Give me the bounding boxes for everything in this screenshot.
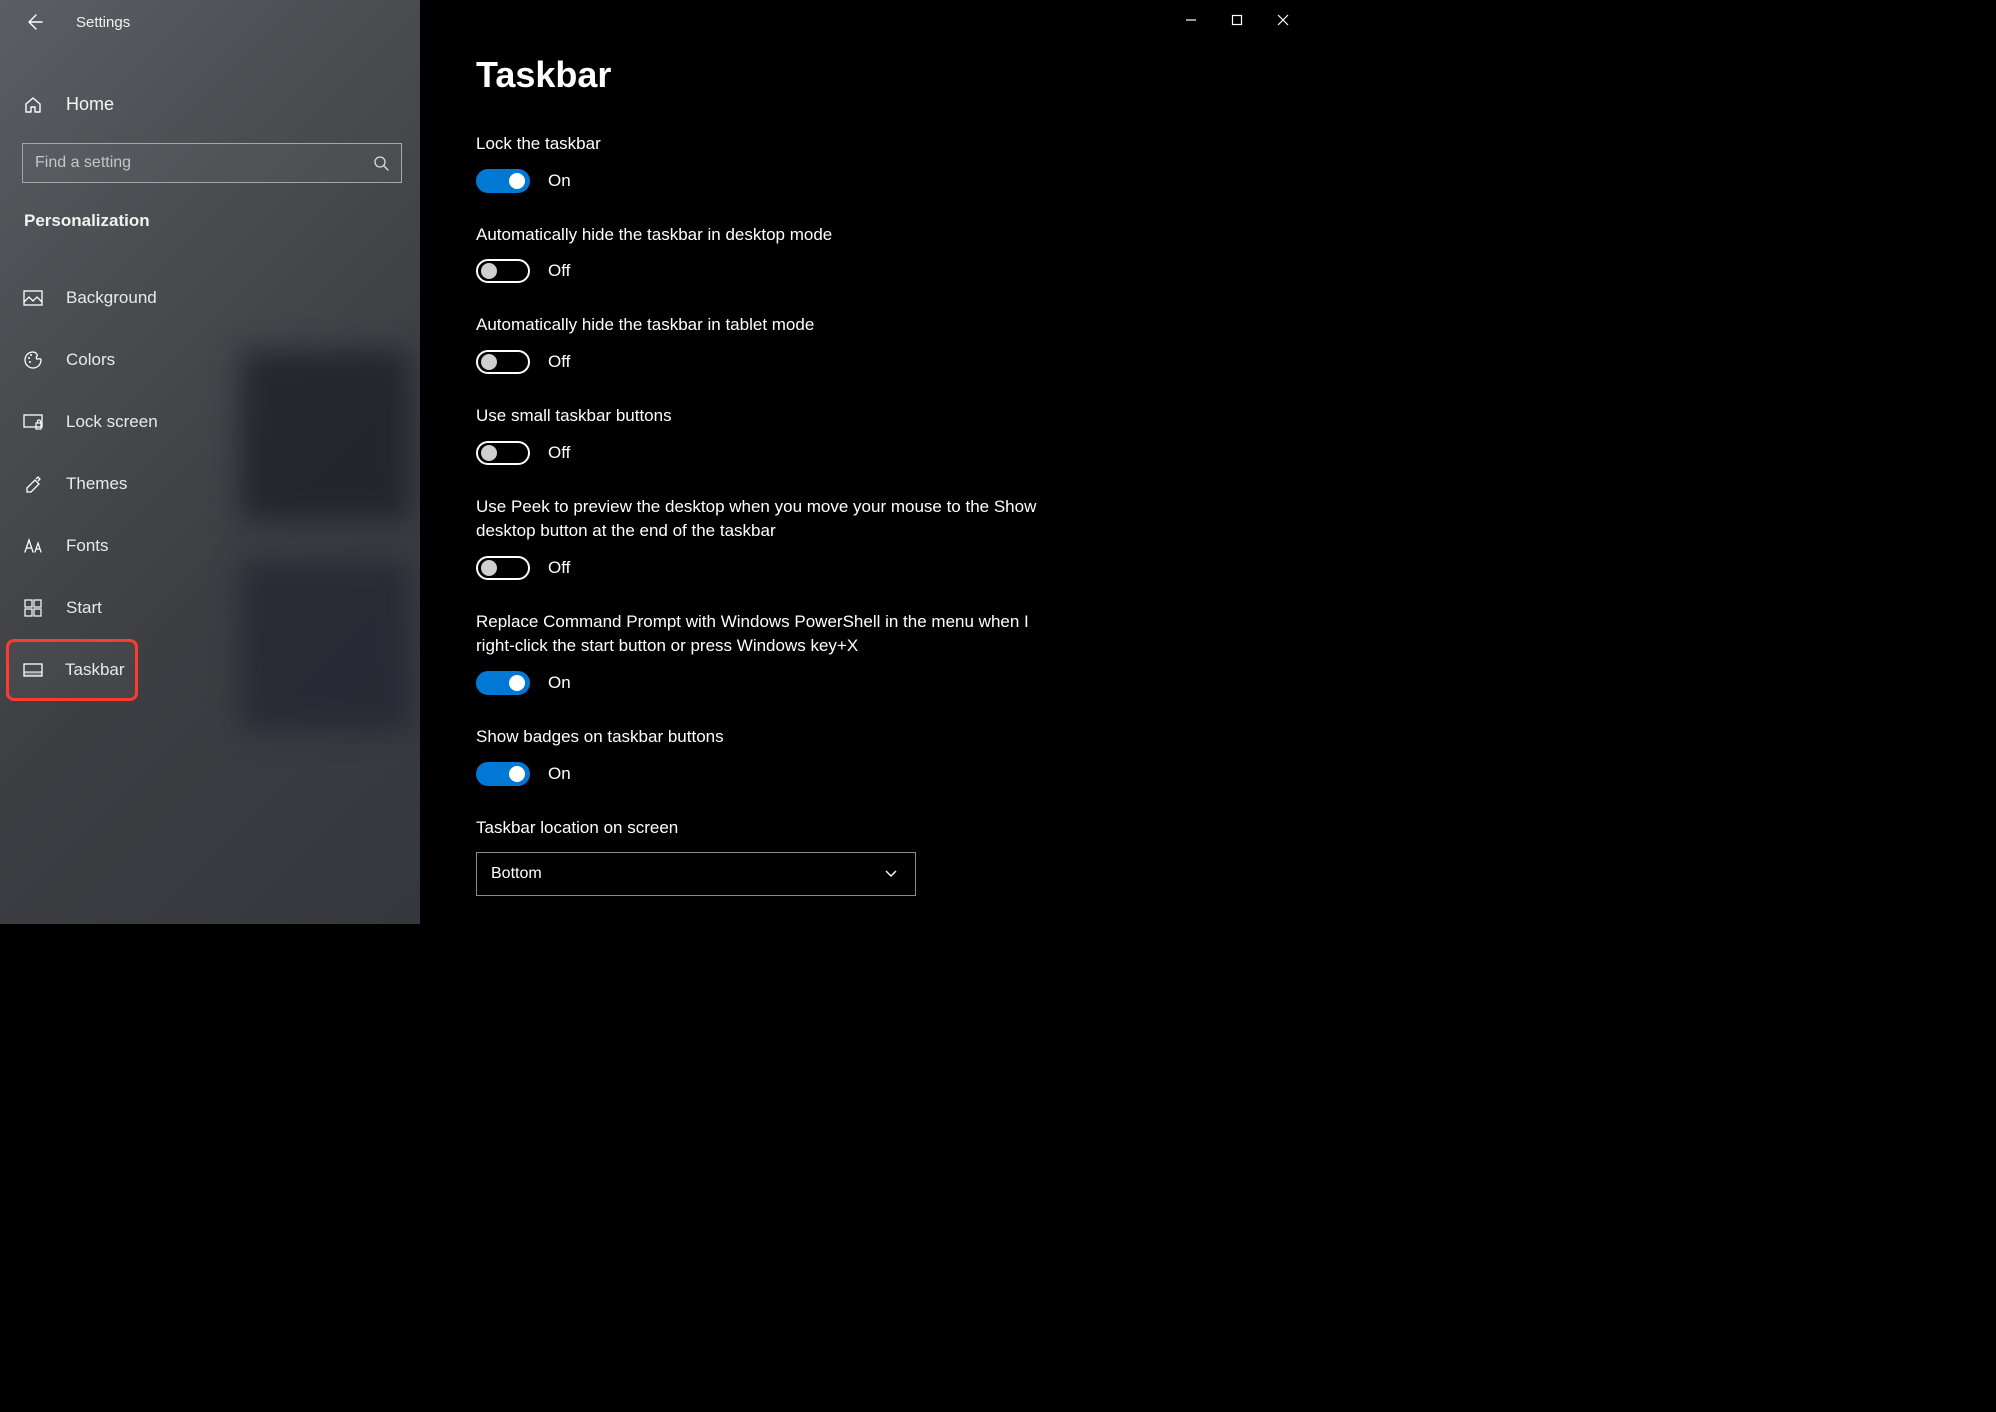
setting-label: Replace Command Prompt with Windows Powe…	[476, 610, 1066, 659]
chevron-down-icon	[883, 865, 901, 883]
toggle-switch[interactable]	[476, 350, 530, 374]
setting-label: Use Peek to preview the desktop when you…	[476, 495, 1066, 544]
toggle-state-label: On	[548, 171, 571, 191]
setting-label: Use small taskbar buttons	[476, 404, 1066, 429]
search-input[interactable]	[35, 154, 373, 172]
sidebar-item-fonts[interactable]: Fonts	[0, 515, 420, 577]
setting-toggle: Use Peek to preview the desktop when you…	[476, 495, 1066, 580]
toggle-state-label: On	[548, 764, 571, 784]
home-icon	[22, 95, 44, 115]
setting-toggle: Automatically hide the taskbar in deskto…	[476, 223, 1066, 284]
toggle-switch[interactable]	[476, 556, 530, 580]
toggle-state-label: On	[548, 673, 571, 693]
home-label: Home	[66, 94, 114, 115]
page-title: Taskbar	[476, 54, 1250, 96]
minimize-button[interactable]	[1168, 0, 1214, 40]
setting-toggle: Replace Command Prompt with Windows Powe…	[476, 610, 1066, 695]
settings-window: Settings Home Personalization	[0, 0, 1306, 924]
sidebar-item-label: Themes	[66, 474, 127, 494]
toggle-switch[interactable]	[476, 671, 530, 695]
search-icon	[373, 155, 389, 171]
sidebar-item-background[interactable]: Background	[0, 267, 420, 329]
maximize-button[interactable]	[1214, 0, 1260, 40]
setting-toggle: Lock the taskbar On	[476, 132, 1066, 193]
search-box[interactable]	[22, 143, 402, 183]
setting-label: Lock the taskbar	[476, 132, 1066, 157]
start-icon	[22, 599, 44, 617]
setting-label: Automatically hide the taskbar in deskto…	[476, 223, 1066, 248]
sidebar-nav: Background Colors Lock screen	[0, 267, 420, 701]
sidebar: Settings Home Personalization	[0, 0, 420, 924]
sidebar-item-label: Start	[66, 598, 102, 618]
sidebar-item-label: Background	[66, 288, 157, 308]
themes-icon	[22, 474, 44, 494]
setting-label: Automatically hide the taskbar in tablet…	[476, 313, 1066, 338]
setting-label: Taskbar location on screen	[476, 816, 1066, 841]
toggle-state-label: Off	[548, 558, 570, 578]
main-content: Taskbar Lock the taskbar On Automatically …	[420, 0, 1306, 924]
lock-screen-icon	[22, 414, 44, 430]
picture-icon	[22, 290, 44, 306]
palette-icon	[22, 350, 44, 370]
sidebar-item-themes[interactable]: Themes	[0, 453, 420, 515]
back-button[interactable]	[20, 8, 48, 36]
toggle-switch[interactable]	[476, 259, 530, 283]
app-title: Settings	[76, 14, 130, 31]
close-button[interactable]	[1260, 0, 1306, 40]
setting-taskbar-location: Taskbar location on screen Bottom	[476, 816, 1066, 897]
category-label: Personalization	[0, 183, 420, 245]
toggle-switch[interactable]	[476, 169, 530, 193]
toggle-state-label: Off	[548, 352, 570, 372]
setting-label: Show badges on taskbar buttons	[476, 725, 1066, 750]
window-controls	[1168, 0, 1306, 40]
sidebar-item-label: Colors	[66, 350, 115, 370]
toggle-state-label: Off	[548, 261, 570, 281]
sidebar-item-taskbar[interactable]: Taskbar	[6, 639, 138, 701]
toggle-state-label: Off	[548, 443, 570, 463]
sidebar-item-colors[interactable]: Colors	[0, 329, 420, 391]
titlebar: Settings	[0, 0, 420, 44]
toggle-switch[interactable]	[476, 441, 530, 465]
sidebar-item-label: Fonts	[66, 536, 109, 556]
sidebar-home[interactable]: Home	[0, 78, 420, 133]
dropdown-value: Bottom	[491, 865, 542, 883]
setting-toggle: Show badges on taskbar buttons On	[476, 725, 1066, 786]
toggle-switch[interactable]	[476, 762, 530, 786]
sidebar-item-lock-screen[interactable]: Lock screen	[0, 391, 420, 453]
taskbar-location-dropdown[interactable]: Bottom	[476, 852, 916, 896]
setting-toggle: Automatically hide the taskbar in tablet…	[476, 313, 1066, 374]
taskbar-icon	[23, 663, 43, 677]
sidebar-item-label: Taskbar	[65, 660, 125, 680]
setting-toggle: Use small taskbar buttons Off	[476, 404, 1066, 465]
sidebar-item-start[interactable]: Start	[0, 577, 420, 639]
fonts-icon	[22, 538, 44, 554]
sidebar-item-label: Lock screen	[66, 412, 158, 432]
